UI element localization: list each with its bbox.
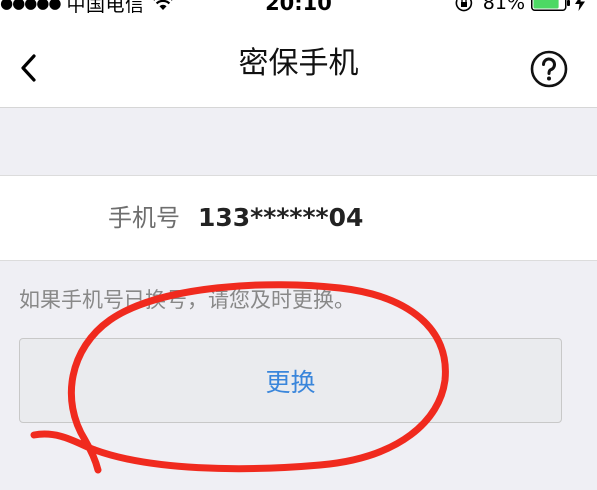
change-button[interactable]: 更换 xyxy=(19,338,562,423)
charging-icon xyxy=(575,0,585,11)
rotation-lock-icon xyxy=(455,0,472,12)
change-button-label: 更换 xyxy=(265,367,316,397)
phone-number: 133******04 xyxy=(198,203,364,232)
phone-row: 手机号 133******04 xyxy=(0,175,597,261)
battery-percent: 81% xyxy=(482,0,525,14)
phone-label: 手机号 xyxy=(108,204,180,232)
status-right: 81% xyxy=(455,0,585,15)
notice-text: 如果手机号已换号，请您及时更换。 xyxy=(19,288,355,312)
page-title: 密保手机 xyxy=(238,46,359,81)
help-circle-icon xyxy=(530,50,568,88)
help-button[interactable] xyxy=(529,49,569,89)
navigation-bar: 密保手机 xyxy=(0,26,597,108)
status-bar: ●●●●● 中国电信 20:10 81% xyxy=(0,0,597,26)
battery-icon xyxy=(531,0,570,11)
